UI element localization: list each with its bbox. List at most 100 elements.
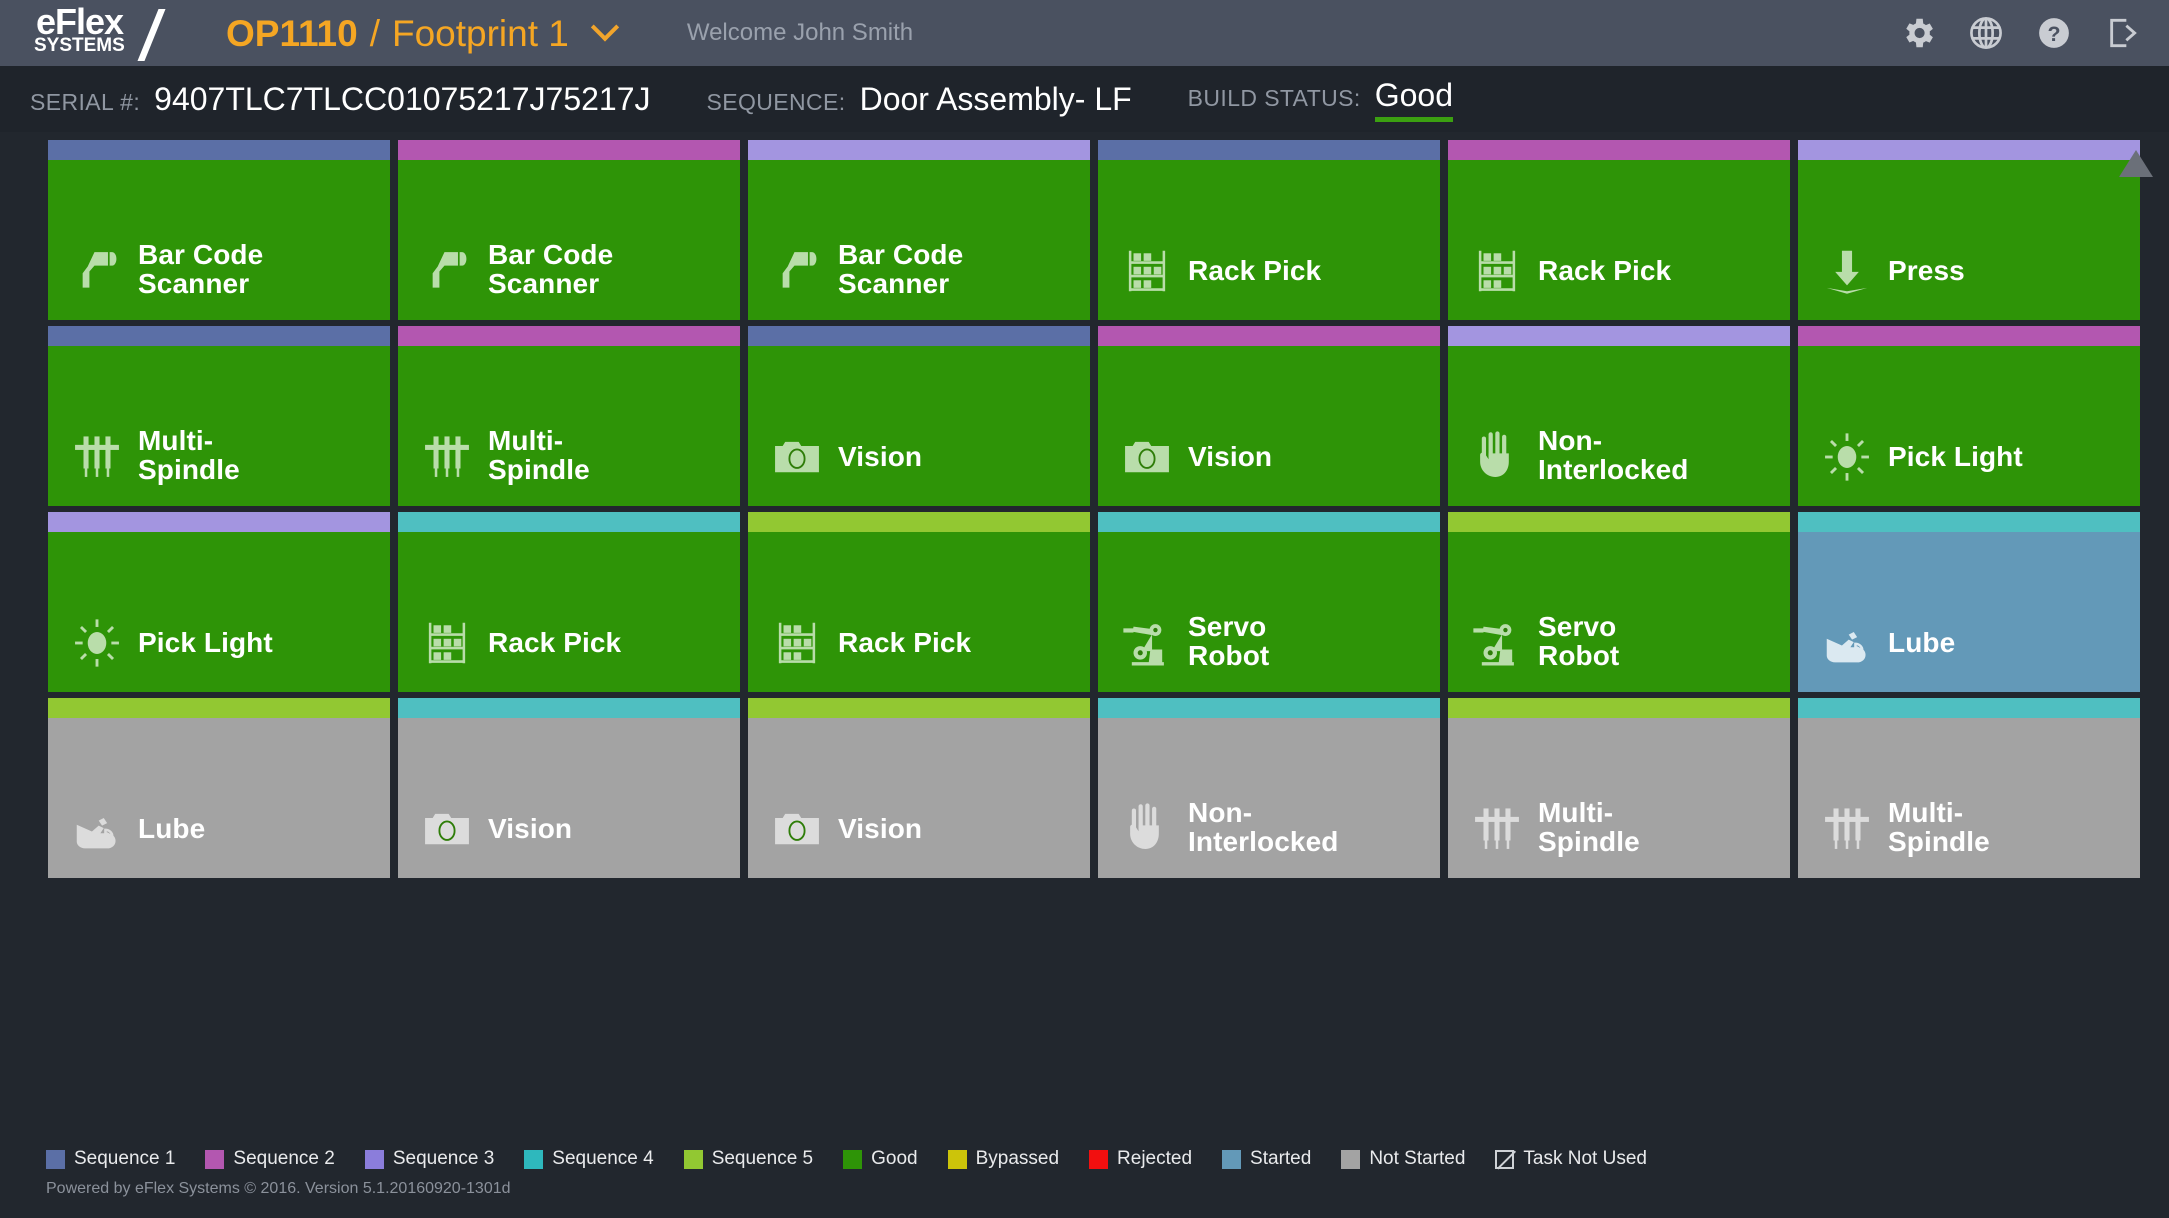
task-tile-label: Vision	[838, 813, 923, 845]
task-tile[interactable]: Bar Code Scanner	[398, 140, 740, 320]
chevron-down-icon[interactable]	[590, 13, 619, 42]
task-tile[interactable]: Rack Pick	[1098, 140, 1440, 320]
task-tile-body: Vision	[1098, 346, 1440, 506]
svg-text:?: ?	[2047, 22, 2060, 46]
task-tile-body: Vision	[748, 346, 1090, 506]
task-tile-label: Multi- Spindle	[488, 424, 590, 485]
task-tile-body: Servo Robot	[1448, 532, 1790, 692]
legend-label: Sequence 1	[74, 1148, 176, 1169]
footprint-name: Footprint 1	[391, 12, 569, 54]
sequence-color-bar	[48, 140, 390, 160]
vision-icon	[770, 802, 824, 856]
logo-primary-text: eFlex	[36, 1, 124, 42]
build-info-bar: SERIAL #: 9407TLC7TLCC01075217J75217J SE…	[0, 66, 2169, 132]
task-tile[interactable]: Multi- Spindle	[48, 326, 390, 506]
task-tile-label: Vision	[838, 441, 923, 473]
vision-icon	[420, 802, 474, 856]
task-grid: Bar Code Scanner Bar Code Scanner Bar Code…	[0, 132, 2169, 878]
task-tile[interactable]: Servo Robot	[1448, 512, 1790, 692]
task-tile-body: Pick Light	[1798, 346, 2140, 506]
task-tile[interactable]: Multi- Spindle	[1448, 698, 1790, 878]
legend-item: Good	[843, 1148, 918, 1170]
sequence-label: SEQUENCE:	[706, 88, 846, 115]
task-tile-label: Multi- Spindle	[1888, 796, 1990, 857]
sequence-color-bar	[48, 512, 390, 532]
press-icon	[1820, 244, 1874, 298]
multi-spindle-icon	[70, 428, 124, 482]
sequence-color-bar	[748, 512, 1090, 532]
sequence-color-bar	[398, 326, 740, 346]
task-tile-label: Servo Robot	[1538, 610, 1620, 671]
task-tile[interactable]: Multi- Spindle	[398, 326, 740, 506]
task-tile-label: Rack Pick	[838, 627, 972, 659]
legend-swatch	[1341, 1149, 1361, 1169]
station-selector[interactable]: OP1110 / Footprint 1	[226, 12, 619, 54]
sequence-color-bar	[1098, 512, 1440, 532]
task-tile-label: Bar Code Scanner	[138, 238, 264, 299]
task-tile-body: Bar Code Scanner	[48, 160, 390, 320]
sequence-value: Door Assembly- LF	[859, 80, 1132, 117]
rack-pick-icon	[770, 616, 824, 670]
task-tile[interactable]: Lube	[48, 698, 390, 878]
task-tile[interactable]: Lube	[1798, 512, 2140, 692]
sequence-color-bar	[1448, 698, 1790, 718]
task-tile-body: Rack Pick	[748, 532, 1090, 692]
sequence-color-bar	[748, 698, 1090, 718]
task-tile[interactable]: Vision	[398, 698, 740, 878]
gear-icon[interactable]	[1899, 14, 1937, 52]
vision-icon	[1120, 430, 1174, 484]
sequence-color-bar	[1448, 140, 1790, 160]
serial-value: 9407TLC7TLCC01075217J75217J	[154, 80, 651, 117]
scroll-up-arrow[interactable]	[2119, 150, 2153, 177]
barcode-scanner-icon	[420, 242, 474, 296]
top-bar: eFlex SYSTEMS OP1110 / Footprint 1 Welco…	[0, 0, 2169, 66]
task-tile[interactable]: Non- Interlocked	[1098, 698, 1440, 878]
rack-pick-icon	[420, 616, 474, 670]
task-tile[interactable]: Pick Light	[1798, 326, 2140, 506]
task-tile[interactable]: Pick Light	[48, 512, 390, 692]
task-tile-label: Press	[1888, 255, 1965, 287]
servo-robot-icon	[1470, 614, 1524, 668]
multi-spindle-icon	[420, 428, 474, 482]
task-tile-label: Non- Interlocked	[1538, 424, 1689, 485]
task-tile[interactable]: Rack Pick	[748, 512, 1090, 692]
legend-item: Not Started	[1341, 1148, 1465, 1170]
hand-icon	[1120, 800, 1174, 854]
task-tile[interactable]: Press	[1798, 140, 2140, 320]
legend-item: Sequence 4	[524, 1148, 654, 1170]
legend-label: Sequence 3	[392, 1148, 495, 1169]
task-tile-body: Rack Pick	[1448, 160, 1790, 320]
help-icon[interactable]: ?	[2035, 14, 2073, 52]
sequence-color-bar	[48, 326, 390, 346]
sequence-group: SEQUENCE: Door Assembly- LF	[707, 81, 1132, 118]
task-tile-label: Rack Pick	[1538, 255, 1672, 287]
task-tile-label: Lube	[138, 813, 206, 845]
task-tile[interactable]: Multi- Spindle	[1798, 698, 2140, 878]
sequence-color-bar	[398, 512, 740, 532]
sequence-color-bar	[398, 698, 740, 718]
task-tile[interactable]: Non- Interlocked	[1448, 326, 1790, 506]
task-tile[interactable]: Vision	[1098, 326, 1440, 506]
task-tile[interactable]: Vision	[748, 698, 1090, 878]
legend-swatch	[46, 1149, 65, 1169]
legend-item: Sequence 2	[205, 1148, 335, 1170]
task-tile-body: Rack Pick	[1098, 160, 1440, 320]
sequence-color-bar	[1798, 512, 2140, 532]
task-tile-label: Bar Code Scanner	[488, 238, 614, 299]
task-tile[interactable]: Vision	[748, 326, 1090, 506]
logout-icon[interactable]	[2103, 13, 2143, 53]
task-tile[interactable]: Rack Pick	[398, 512, 740, 692]
task-tile[interactable]: Rack Pick	[1448, 140, 1790, 320]
servo-robot-icon	[1120, 614, 1174, 668]
task-tile[interactable]: Bar Code Scanner	[48, 140, 390, 320]
task-tile-body: Bar Code Scanner	[748, 160, 1090, 320]
status-badge: Good	[1374, 77, 1453, 122]
task-tile-body: Pick Light	[48, 532, 390, 692]
task-tile-body: Multi- Spindle	[1798, 718, 2140, 878]
sequence-color-bar	[748, 326, 1090, 346]
task-tile[interactable]: Servo Robot	[1098, 512, 1440, 692]
globe-icon[interactable]	[1967, 14, 2005, 52]
legend-item: Sequence 5	[683, 1148, 813, 1170]
task-tile[interactable]: Bar Code Scanner	[748, 140, 1090, 320]
footer-text: Powered by eFlex Systems © 2016. Version…	[46, 1180, 511, 1197]
